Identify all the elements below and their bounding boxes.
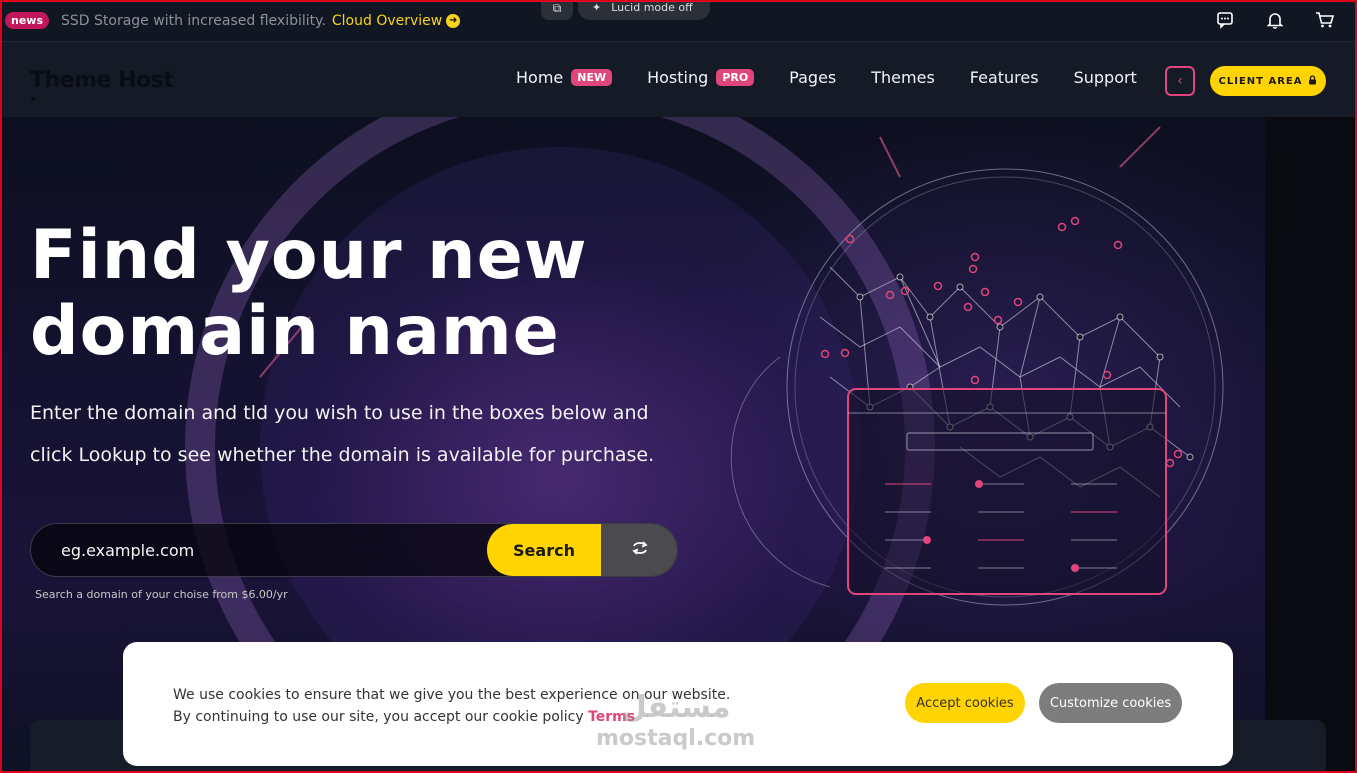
- headline-line-1: Find your new: [30, 216, 588, 295]
- chat-icon[interactable]: [1215, 10, 1235, 30]
- domain-search-input[interactable]: [31, 524, 487, 576]
- arrow-right-icon: ➜: [446, 13, 461, 28]
- hero-description: Enter the domain and tld you wish to use…: [30, 392, 690, 476]
- nav-item-home[interactable]: Home NEW: [516, 68, 613, 87]
- cookie-line-2: By continuing to use our site, you accep…: [173, 709, 584, 725]
- search-button[interactable]: Search: [487, 524, 601, 576]
- description-line-2: click Lookup to see whether the domain i…: [30, 444, 655, 466]
- sparkle-icon: ✦: [592, 1, 602, 14]
- cloud-overview-link[interactable]: Cloud Overview ➜: [331, 12, 461, 29]
- announcement-text: SSD Storage with increased flexibility.: [61, 12, 326, 29]
- lucid-mode-label: Lucid mode off: [611, 1, 693, 14]
- chevron-left-icon: ‹: [1177, 73, 1183, 89]
- site-logo[interactable]: Theme Host: [30, 68, 174, 93]
- accept-cookies-button[interactable]: Accept cookies: [905, 683, 1025, 723]
- nav-item-support[interactable]: Support: [1074, 68, 1137, 87]
- logo-dot: [31, 97, 35, 101]
- cloud-overview-label: Cloud Overview: [331, 12, 443, 29]
- news-badge: news: [5, 12, 50, 29]
- nav-item-label: Home: [516, 68, 564, 87]
- nav-item-pages[interactable]: Pages: [789, 68, 836, 87]
- bell-icon[interactable]: [1265, 10, 1285, 30]
- nav-item-hosting[interactable]: Hosting PRO: [647, 68, 755, 87]
- customize-cookies-button[interactable]: Customize cookies: [1039, 683, 1182, 723]
- watermark-arabic: مستقل: [620, 690, 731, 725]
- swap-icon: [631, 540, 649, 560]
- client-area-label: CLIENT AREA: [1218, 75, 1303, 87]
- watermark-latin: mostaql.com: [596, 726, 756, 751]
- domain-search-form: Search: [30, 523, 678, 577]
- headline-line-2: domain name: [30, 292, 560, 371]
- page-right-edge: [1265, 117, 1357, 773]
- top-announcement-bar: news SSD Storage with increased flexibil…: [0, 0, 1357, 41]
- main-navigation: Theme Host Home NEW Hosting PRO Pages Th…: [0, 41, 1357, 117]
- nav-item-themes[interactable]: Themes: [871, 68, 935, 87]
- pro-tag: PRO: [716, 69, 755, 86]
- sidebar-toggle-button[interactable]: ‹: [1165, 66, 1195, 96]
- client-area-button[interactable]: CLIENT AREA: [1210, 66, 1326, 96]
- hero-headline: Find your new domain name: [30, 218, 588, 370]
- lock-icon: [1308, 74, 1317, 88]
- nav-item-features[interactable]: Features: [970, 68, 1039, 87]
- lucid-mode-toggle[interactable]: ✦ Lucid mode off: [578, 0, 710, 20]
- extension-button[interactable]: ⧉: [541, 0, 573, 20]
- cart-icon[interactable]: [1315, 10, 1335, 30]
- search-price-note: Search a domain of your choise from $6.0…: [35, 588, 288, 601]
- nav-item-label: Hosting: [647, 68, 709, 87]
- description-line-1: Enter the domain and tld you wish to use…: [30, 402, 649, 424]
- mostaql-watermark: مستقل mostaql.com: [596, 690, 755, 752]
- copy-icon: ⧉: [552, 1, 562, 15]
- transfer-toggle-button[interactable]: [601, 524, 677, 576]
- nav-menu: Home NEW Hosting PRO Pages Themes Featur…: [516, 68, 1172, 87]
- new-tag: NEW: [571, 69, 613, 86]
